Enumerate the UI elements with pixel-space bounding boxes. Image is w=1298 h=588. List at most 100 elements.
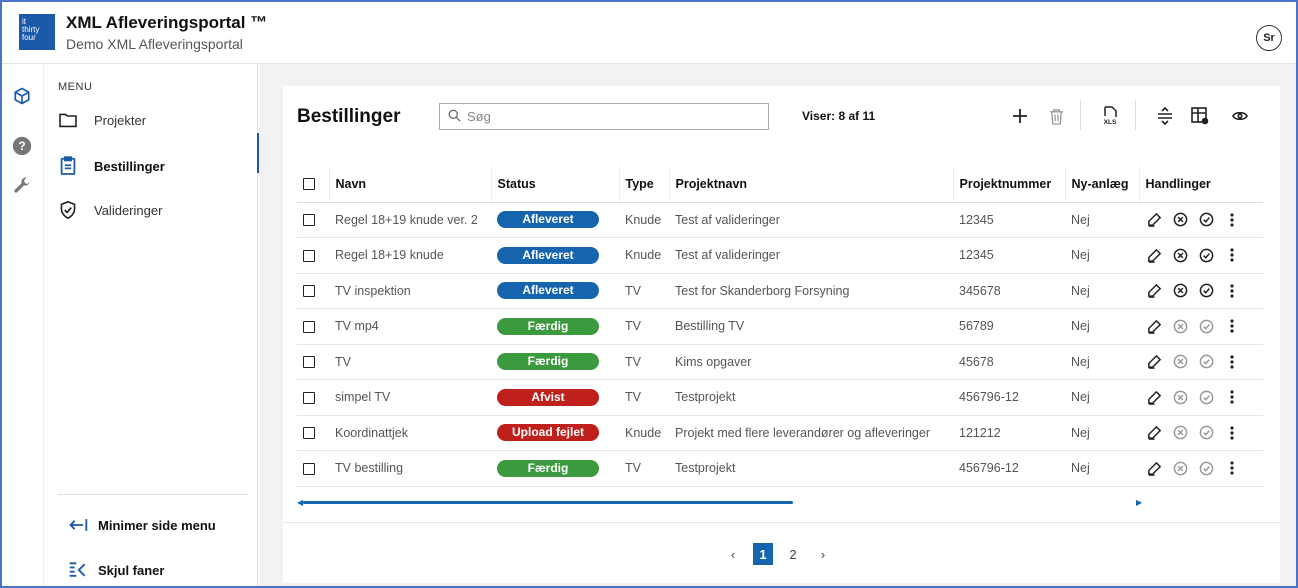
sidebar-item-valideringer[interactable]: Valideringer <box>58 198 162 222</box>
column-header-projektnummer[interactable]: Projektnummer <box>952 166 1065 203</box>
table-header-row: Navn Status Type Projektnavn Projektnumm… <box>297 166 1263 203</box>
delete-button[interactable] <box>1043 102 1069 130</box>
cancel-icon[interactable] <box>1171 388 1189 406</box>
status-badge: Færdig <box>497 317 599 335</box>
scroll-right-arrow[interactable]: ▶ <box>1136 498 1142 507</box>
help-icon[interactable]: ? <box>12 136 32 156</box>
row-select-cell <box>297 450 329 487</box>
approve-icon[interactable] <box>1197 317 1215 335</box>
select-all-checkbox[interactable] <box>303 178 315 191</box>
collapse-list-icon <box>68 561 88 579</box>
company-logo[interactable]: it thirty four <box>19 14 55 50</box>
row-checkbox[interactable] <box>303 320 315 333</box>
cancel-icon[interactable] <box>1171 211 1189 229</box>
more-options-icon[interactable] <box>1223 282 1241 300</box>
export-xls-button[interactable]: XLS <box>1097 102 1123 130</box>
row-checkbox[interactable] <box>303 462 315 475</box>
approve-icon[interactable] <box>1197 282 1215 300</box>
table-row[interactable]: simpel TV Afvist TV Testprojekt 456796-12 Nej <box>297 379 1263 416</box>
row-checkbox[interactable] <box>303 391 315 404</box>
more-options-icon[interactable] <box>1223 388 1241 406</box>
cell-projektnavn: Testprojekt <box>669 450 953 487</box>
table-row[interactable]: Regel 18+19 knude ver. 2 Afleveret Knude Te… <box>297 202 1263 238</box>
row-checkbox[interactable] <box>303 427 315 440</box>
cell-handlinger <box>1139 308 1263 345</box>
prev-page-button[interactable]: ‹ <box>723 543 743 565</box>
table-row[interactable]: TV Færdig TV Kims opgaver 45678 Nej <box>297 344 1263 380</box>
approve-icon[interactable] <box>1197 459 1215 477</box>
sidebar-item-label: Valideringer <box>94 202 163 218</box>
search-icon <box>448 109 461 125</box>
cell-status: Afvist <box>491 379 619 416</box>
cancel-icon[interactable] <box>1171 246 1189 264</box>
cell-navn: Koordinattjek <box>329 415 491 451</box>
cell-projektnavn: Kims opgaver <box>669 344 953 380</box>
table-row[interactable]: Regel 18+19 knude Afleveret Knude Test af v… <box>297 237 1263 274</box>
page-button-2[interactable]: 2 <box>783 543 803 565</box>
cancel-icon[interactable] <box>1171 282 1189 300</box>
user-avatar[interactable]: Sr <box>1256 25 1282 51</box>
column-settings-icon[interactable] <box>1187 102 1213 130</box>
column-header-type[interactable]: Type <box>618 166 669 203</box>
more-options-icon[interactable] <box>1223 459 1241 477</box>
approve-icon[interactable] <box>1197 424 1215 442</box>
edit-icon[interactable] <box>1145 317 1163 335</box>
minimize-menu-button[interactable]: Minimer side menu <box>68 517 216 533</box>
column-header-projektnavn[interactable]: Projektnavn <box>668 166 953 203</box>
sidebar-item-projekter[interactable]: Projekter <box>58 108 146 132</box>
column-header-navn[interactable]: Navn <box>328 166 491 203</box>
approve-icon[interactable] <box>1197 211 1215 229</box>
hide-tabs-button[interactable]: Skjul faner <box>68 561 164 579</box>
wrench-icon[interactable] <box>12 176 32 196</box>
row-height-icon[interactable] <box>1152 102 1178 130</box>
cancel-icon[interactable] <box>1171 459 1189 477</box>
cell-navn: Regel 18+19 knude ver. 2 <box>329 202 491 238</box>
cancel-icon[interactable] <box>1171 317 1189 335</box>
app-title: XML Afleveringsportal ™ <box>66 13 268 32</box>
column-header-ny-anlaeg[interactable]: Ny-anlæg <box>1064 166 1139 203</box>
more-options-icon[interactable] <box>1223 246 1241 264</box>
table-row[interactable]: TV mp4 Færdig TV Bestilling TV 56789 Nej <box>297 308 1263 345</box>
row-checkbox[interactable] <box>303 285 315 298</box>
more-options-icon[interactable] <box>1223 353 1241 371</box>
more-options-icon[interactable] <box>1223 317 1241 335</box>
column-header-status[interactable]: Status <box>490 166 619 203</box>
table-row[interactable]: TV bestilling Færdig TV Testprojekt 456796-1… <box>297 450 1263 487</box>
approve-icon[interactable] <box>1197 353 1215 371</box>
horizontal-scrollbar[interactable] <box>303 501 793 504</box>
cell-projektnummer: 456796-12 <box>953 450 1065 487</box>
row-checkbox[interactable] <box>303 356 315 369</box>
pagination: ‹ 1 2 › <box>723 543 833 565</box>
search-input[interactable]: Søg <box>439 103 769 130</box>
cell-status: Afleveret <box>491 202 619 238</box>
sidebar-item-bestillinger[interactable]: Bestillinger <box>58 154 165 178</box>
edit-icon[interactable] <box>1145 459 1163 477</box>
row-checkbox[interactable] <box>303 214 315 227</box>
edit-icon[interactable] <box>1145 353 1163 371</box>
cell-status: Afleveret <box>491 273 619 309</box>
cell-type: TV <box>619 308 669 345</box>
cancel-icon[interactable] <box>1171 353 1189 371</box>
edit-icon[interactable] <box>1145 282 1163 300</box>
cell-navn: TV <box>329 344 491 380</box>
cancel-icon[interactable] <box>1171 424 1189 442</box>
more-options-icon[interactable] <box>1223 211 1241 229</box>
more-options-icon[interactable] <box>1223 424 1241 442</box>
edit-icon[interactable] <box>1145 388 1163 406</box>
next-page-button[interactable]: › <box>813 543 833 565</box>
approve-icon[interactable] <box>1197 246 1215 264</box>
folder-icon <box>58 110 78 130</box>
row-checkbox[interactable] <box>303 249 315 262</box>
table-row[interactable]: TV inspektion Afleveret TV Test for Skander… <box>297 273 1263 309</box>
add-button[interactable] <box>1007 102 1033 130</box>
logo-line: four <box>22 33 36 42</box>
cell-projektnummer: 456796-12 <box>953 379 1065 416</box>
edit-icon[interactable] <box>1145 211 1163 229</box>
view-toggle-icon[interactable] <box>1227 102 1253 130</box>
edit-icon[interactable] <box>1145 246 1163 264</box>
table-row[interactable]: Koordinattjek Upload fejlet Knude Projekt m… <box>297 415 1263 451</box>
page-button-1[interactable]: 1 <box>753 543 773 565</box>
edit-icon[interactable] <box>1145 424 1163 442</box>
approve-icon[interactable] <box>1197 388 1215 406</box>
cube-icon[interactable] <box>12 86 32 106</box>
